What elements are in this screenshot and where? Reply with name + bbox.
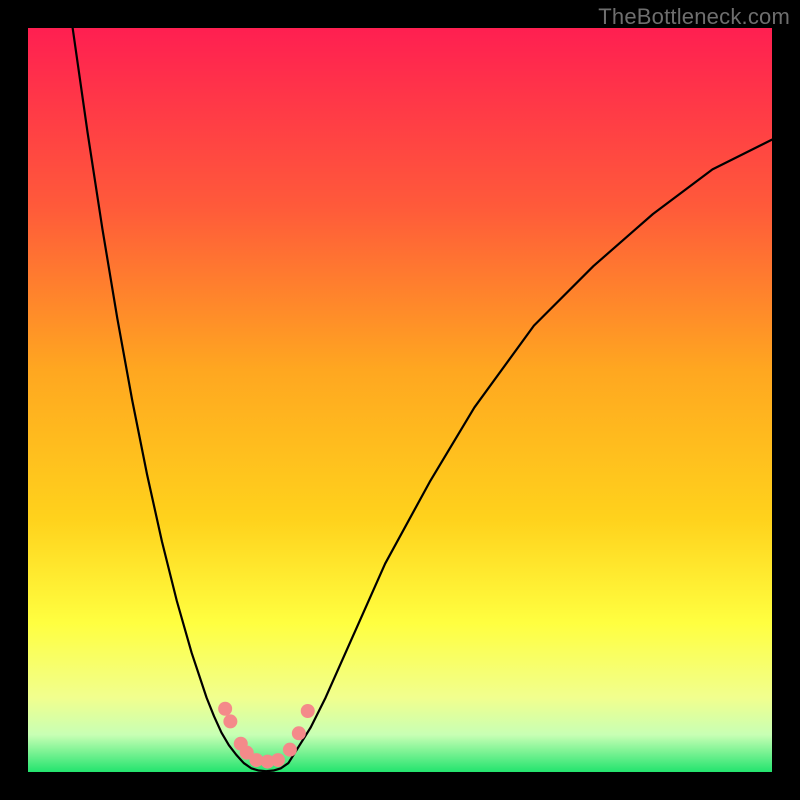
watermark-text: TheBottleneck.com [598, 4, 790, 30]
dot-right-upper [301, 704, 315, 718]
gradient-background [28, 28, 772, 772]
plot-frame [28, 28, 772, 772]
plot-svg [28, 28, 772, 772]
dot-floor-c [271, 753, 285, 767]
dot-left-upper-b [223, 714, 237, 728]
dot-right-mid [292, 726, 306, 740]
chart-outer-frame: TheBottleneck.com [0, 0, 800, 800]
dot-right-lower [283, 743, 297, 757]
dot-left-upper-a [218, 702, 232, 716]
